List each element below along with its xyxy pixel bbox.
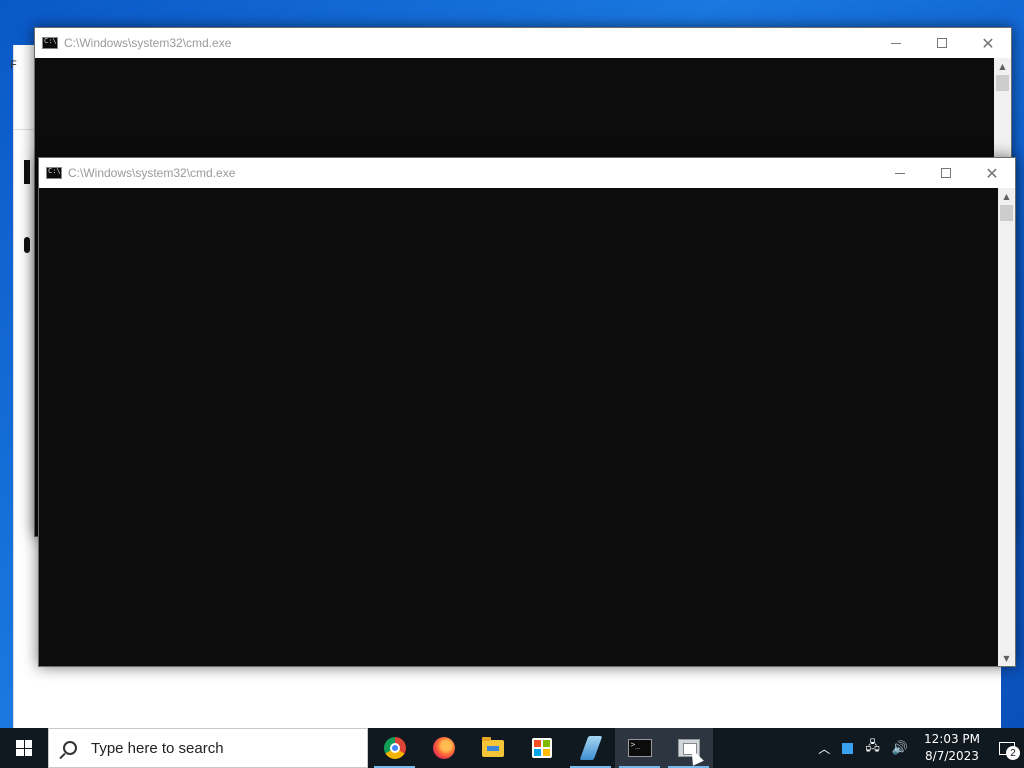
cmd-icon: [627, 739, 652, 757]
folder-icon: [481, 736, 504, 757]
cmd-icon: [46, 167, 62, 179]
window-titlebar[interactable]: C:\Windows\system32\cmd.exe ✕: [35, 28, 1011, 58]
maximize-icon: [941, 168, 951, 178]
cmd-window-front[interactable]: C:\Windows\system32\cmd.exe ✕ ▲ ▼: [38, 157, 1016, 667]
minimize-button[interactable]: [877, 158, 923, 188]
vertical-scrollbar[interactable]: ▲ ▼: [998, 188, 1015, 666]
chrome-icon: [383, 737, 406, 759]
window-titlebar[interactable]: C:\Windows\system32\cmd.exe ✕: [39, 158, 1015, 188]
show-hidden-icons-chevron-icon[interactable]: ︿: [812, 728, 836, 768]
maximize-button[interactable]: [919, 28, 965, 58]
firefox-icon: [432, 737, 455, 759]
background-window-divider: [14, 129, 34, 130]
tray-clock[interactable]: 12:03 PM 8/7/2023: [914, 728, 990, 768]
scroll-down-arrow-icon[interactable]: ▼: [998, 650, 1015, 666]
taskbar-app-cmd[interactable]: [615, 728, 664, 768]
search-placeholder: Type here to search: [91, 739, 224, 757]
close-icon: ✕: [985, 163, 999, 183]
tray-app-icon[interactable]: [836, 728, 859, 768]
scrollbar-thumb[interactable]: [996, 75, 1009, 91]
background-window-edge-text: F: [10, 59, 17, 71]
maximize-button[interactable]: [923, 158, 969, 188]
background-window-block: [24, 237, 30, 253]
close-button[interactable]: ✕: [969, 158, 1015, 188]
background-window-block: [24, 160, 30, 184]
notification-center-button[interactable]: 2: [990, 728, 1024, 768]
taskbar-app-chrome[interactable]: [370, 728, 419, 768]
console-area[interactable]: [39, 188, 998, 666]
system-tray: ︿ 🖧 🔊 12:03 PM 8/7/2023 2: [812, 728, 1024, 768]
taskbar-apps: [370, 728, 713, 768]
close-icon: ✕: [981, 33, 995, 53]
taskbar-app-windows[interactable]: [664, 728, 713, 768]
taskbar-app-file-explorer[interactable]: [468, 728, 517, 768]
network-icon[interactable]: 🖧: [859, 728, 886, 768]
pen-icon: [579, 736, 602, 760]
taskbar: Type here to search ︿ 🖧 🔊 12:03 PM 8/7/2…: [0, 728, 1024, 768]
maximize-icon: [937, 38, 947, 48]
window-title: C:\Windows\system32\cmd.exe: [68, 166, 236, 180]
scroll-up-arrow-icon[interactable]: ▲: [998, 188, 1015, 204]
scrollbar-thumb[interactable]: [1000, 205, 1013, 221]
window-title: C:\Windows\system32\cmd.exe: [64, 36, 232, 50]
taskbar-app-firefox[interactable]: [419, 728, 468, 768]
volume-icon[interactable]: 🔊: [886, 728, 914, 768]
store-icon: [531, 738, 552, 758]
minimize-button[interactable]: [873, 28, 919, 58]
taskbar-app-store[interactable]: [517, 728, 566, 768]
start-button[interactable]: [0, 728, 48, 768]
search-icon: [63, 741, 77, 755]
clock-date: 8/7/2023: [925, 749, 979, 763]
minimize-icon: [895, 172, 905, 174]
taskbar-app-pen[interactable]: [566, 728, 615, 768]
windows-logo-icon: [16, 740, 32, 756]
minimize-icon: [891, 42, 901, 44]
notification-count-badge: 2: [1006, 746, 1020, 760]
taskbar-search-box[interactable]: Type here to search: [48, 728, 368, 768]
clock-time: 12:03 PM: [924, 732, 980, 746]
cmd-icon: [42, 37, 58, 49]
scroll-up-arrow-icon[interactable]: ▲: [994, 58, 1011, 74]
close-button[interactable]: ✕: [965, 28, 1011, 58]
